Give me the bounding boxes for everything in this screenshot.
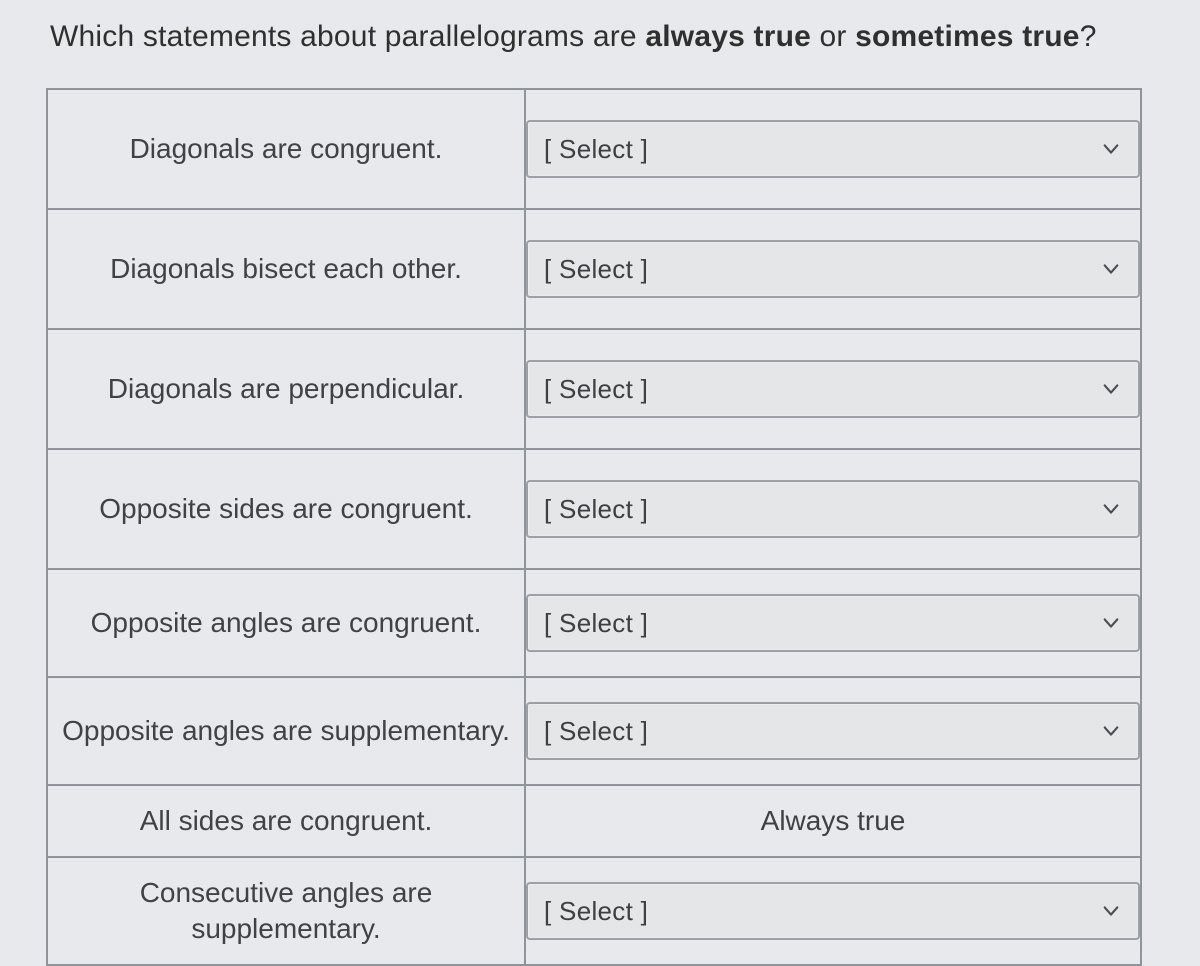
- question-bold-2: sometimes true: [855, 20, 1080, 53]
- table-row: Consecutive angles are supplementary. [ …: [47, 857, 1141, 965]
- statement-cell: Opposite angles are supplementary.: [47, 677, 525, 785]
- answer-cell: Always true: [525, 785, 1141, 857]
- answer-cell: [ Select ]: [525, 569, 1141, 677]
- table-row: Diagonals are congruent. [ Select ]: [47, 89, 1141, 209]
- select-value: [ Select ]: [544, 608, 648, 639]
- answer-cell: [ Select ]: [525, 677, 1141, 785]
- table-row: Opposite angles are supplementary. [ Sel…: [47, 677, 1141, 785]
- answer-text: Always true: [526, 805, 1140, 837]
- select-value: [ Select ]: [544, 896, 648, 927]
- select-value: [ Select ]: [544, 134, 648, 165]
- chevron-down-icon: [1102, 140, 1120, 158]
- chevron-down-icon: [1102, 722, 1120, 740]
- statement-cell: Diagonals are perpendicular.: [47, 329, 525, 449]
- answer-select[interactable]: [ Select ]: [526, 120, 1140, 178]
- table-row: Diagonals are perpendicular. [ Select ]: [47, 329, 1141, 449]
- statement-cell: Opposite sides are congruent.: [47, 449, 525, 569]
- answer-cell: [ Select ]: [525, 209, 1141, 329]
- statement-text: All sides are congruent.: [140, 805, 433, 836]
- chevron-down-icon: [1102, 614, 1120, 632]
- statement-text: Diagonals are perpendicular.: [108, 373, 464, 404]
- question-text-suffix: ?: [1080, 20, 1097, 53]
- statement-text: Opposite angles are supplementary.: [62, 715, 510, 746]
- statement-cell: Consecutive angles are supplementary.: [47, 857, 525, 965]
- table-row: Diagonals bisect each other. [ Select ]: [47, 209, 1141, 329]
- statement-text: Consecutive angles are supplementary.: [140, 877, 433, 944]
- table-row: Opposite sides are congruent. [ Select ]: [47, 449, 1141, 569]
- statement-cell: All sides are congruent.: [47, 785, 525, 857]
- statement-text: Opposite angles are congruent.: [91, 607, 482, 638]
- chevron-down-icon: [1102, 902, 1120, 920]
- select-value: [ Select ]: [544, 494, 648, 525]
- chevron-down-icon: [1102, 500, 1120, 518]
- answer-cell: [ Select ]: [525, 329, 1141, 449]
- table-row: All sides are congruent. Always true: [47, 785, 1141, 857]
- question-bold-1: always true: [645, 20, 811, 53]
- answer-cell: [ Select ]: [525, 89, 1141, 209]
- select-value: [ Select ]: [544, 716, 648, 747]
- question-prompt: Which statements about parallelograms ar…: [50, 20, 1170, 54]
- answer-select[interactable]: [ Select ]: [526, 480, 1140, 538]
- statement-cell: Diagonals bisect each other.: [47, 209, 525, 329]
- question-text-middle: or: [811, 20, 855, 53]
- answer-select[interactable]: [ Select ]: [526, 360, 1140, 418]
- table-row: Opposite angles are congruent. [ Select …: [47, 569, 1141, 677]
- statements-table: Diagonals are congruent. [ Select ] Diag…: [46, 88, 1142, 966]
- answer-select[interactable]: [ Select ]: [526, 594, 1140, 652]
- statement-cell: Diagonals are congruent.: [47, 89, 525, 209]
- statement-text: Diagonals bisect each other.: [110, 253, 462, 284]
- answer-select[interactable]: [ Select ]: [526, 882, 1140, 940]
- statement-cell: Opposite angles are congruent.: [47, 569, 525, 677]
- answer-select[interactable]: [ Select ]: [526, 240, 1140, 298]
- question-text-prefix: Which statements about parallelograms ar…: [50, 20, 645, 53]
- statement-text: Opposite sides are congruent.: [99, 493, 473, 524]
- answer-select[interactable]: [ Select ]: [526, 702, 1140, 760]
- answer-cell: [ Select ]: [525, 857, 1141, 965]
- select-value: [ Select ]: [544, 254, 648, 285]
- chevron-down-icon: [1102, 260, 1120, 278]
- select-value: [ Select ]: [544, 374, 648, 405]
- chevron-down-icon: [1102, 380, 1120, 398]
- answer-cell: [ Select ]: [525, 449, 1141, 569]
- statement-text: Diagonals are congruent.: [130, 133, 443, 164]
